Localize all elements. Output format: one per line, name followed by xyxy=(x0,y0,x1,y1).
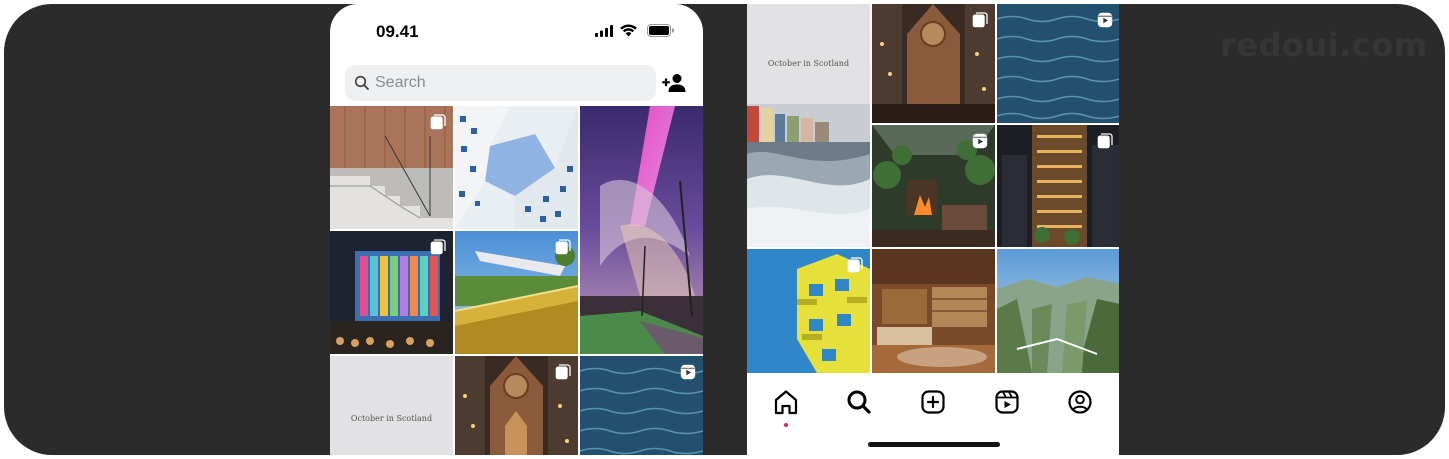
carousel-icon xyxy=(430,239,446,255)
tile-image xyxy=(580,106,703,354)
search-placeholder: Search xyxy=(375,74,426,91)
grid-tile[interactable] xyxy=(455,356,578,455)
grid-tile[interactable] xyxy=(997,4,1119,123)
carousel-icon xyxy=(972,12,988,28)
watermark: redoui.com xyxy=(1220,26,1428,64)
tab-reels[interactable] xyxy=(992,387,1022,417)
tile-caption: October in Scotland xyxy=(767,59,850,68)
carousel-icon xyxy=(1097,133,1113,149)
wifi-icon xyxy=(620,24,637,37)
search-row: Search xyxy=(330,65,703,101)
tile-image xyxy=(455,106,578,229)
tile-image xyxy=(330,356,453,455)
search-icon xyxy=(847,390,871,414)
carousel-icon xyxy=(555,239,571,255)
grid-tile[interactable]: October in Scotland xyxy=(330,356,453,455)
tab-profile[interactable] xyxy=(1065,387,1095,417)
reels-icon xyxy=(972,133,988,149)
grid-tile[interactable] xyxy=(997,249,1119,373)
tile-image xyxy=(997,249,1119,373)
tile-image xyxy=(872,249,995,373)
grid-tile[interactable] xyxy=(330,106,453,229)
tile-image xyxy=(747,4,870,247)
grid-tile[interactable] xyxy=(455,106,578,229)
search-input[interactable]: Search xyxy=(345,65,656,101)
grid-tile[interactable] xyxy=(872,125,995,247)
add-user-icon[interactable] xyxy=(662,73,688,93)
grid-tile[interactable] xyxy=(872,4,995,123)
tile-caption: October in Scotland xyxy=(350,414,433,423)
grid-tile[interactable] xyxy=(455,231,578,354)
reels-icon xyxy=(1097,12,1113,28)
presentation-board: redoui.com 09.41 Search October in Scotl… xyxy=(4,4,1445,455)
status-bar: 09.41 xyxy=(330,4,703,58)
cellular-signal-icon xyxy=(595,25,613,37)
explore-grid: October in Scotland xyxy=(747,4,1119,373)
grid-tile-tall[interactable] xyxy=(580,106,703,354)
grid-tile[interactable] xyxy=(330,231,453,354)
grid-tile-tall[interactable]: October in Scotland xyxy=(747,4,870,247)
search-icon xyxy=(354,75,369,90)
status-time: 09.41 xyxy=(376,22,419,41)
home-icon xyxy=(774,390,798,415)
grid-tile[interactable] xyxy=(997,125,1119,247)
tab-create[interactable] xyxy=(918,387,948,417)
battery-icon xyxy=(647,24,674,37)
grid-tile[interactable] xyxy=(580,356,703,455)
grid-tile[interactable] xyxy=(872,249,995,373)
grid-tile[interactable] xyxy=(747,249,870,373)
bottom-tab-bar xyxy=(747,375,1119,455)
notification-dot xyxy=(784,423,788,427)
carousel-icon xyxy=(555,364,571,380)
create-icon xyxy=(921,390,945,414)
explore-screen-bottom: October in Scotland xyxy=(747,4,1119,455)
home-indicator xyxy=(868,442,1000,447)
reels-icon xyxy=(680,364,696,380)
tab-search[interactable] xyxy=(844,387,874,417)
tab-home[interactable] xyxy=(771,387,801,427)
reels-icon xyxy=(995,390,1019,414)
explore-screen-top: 09.41 Search October in Scotland xyxy=(330,4,703,455)
explore-grid: October in Scotland xyxy=(330,106,703,455)
carousel-icon xyxy=(847,257,863,273)
carousel-icon xyxy=(430,114,446,130)
profile-icon xyxy=(1068,390,1092,414)
